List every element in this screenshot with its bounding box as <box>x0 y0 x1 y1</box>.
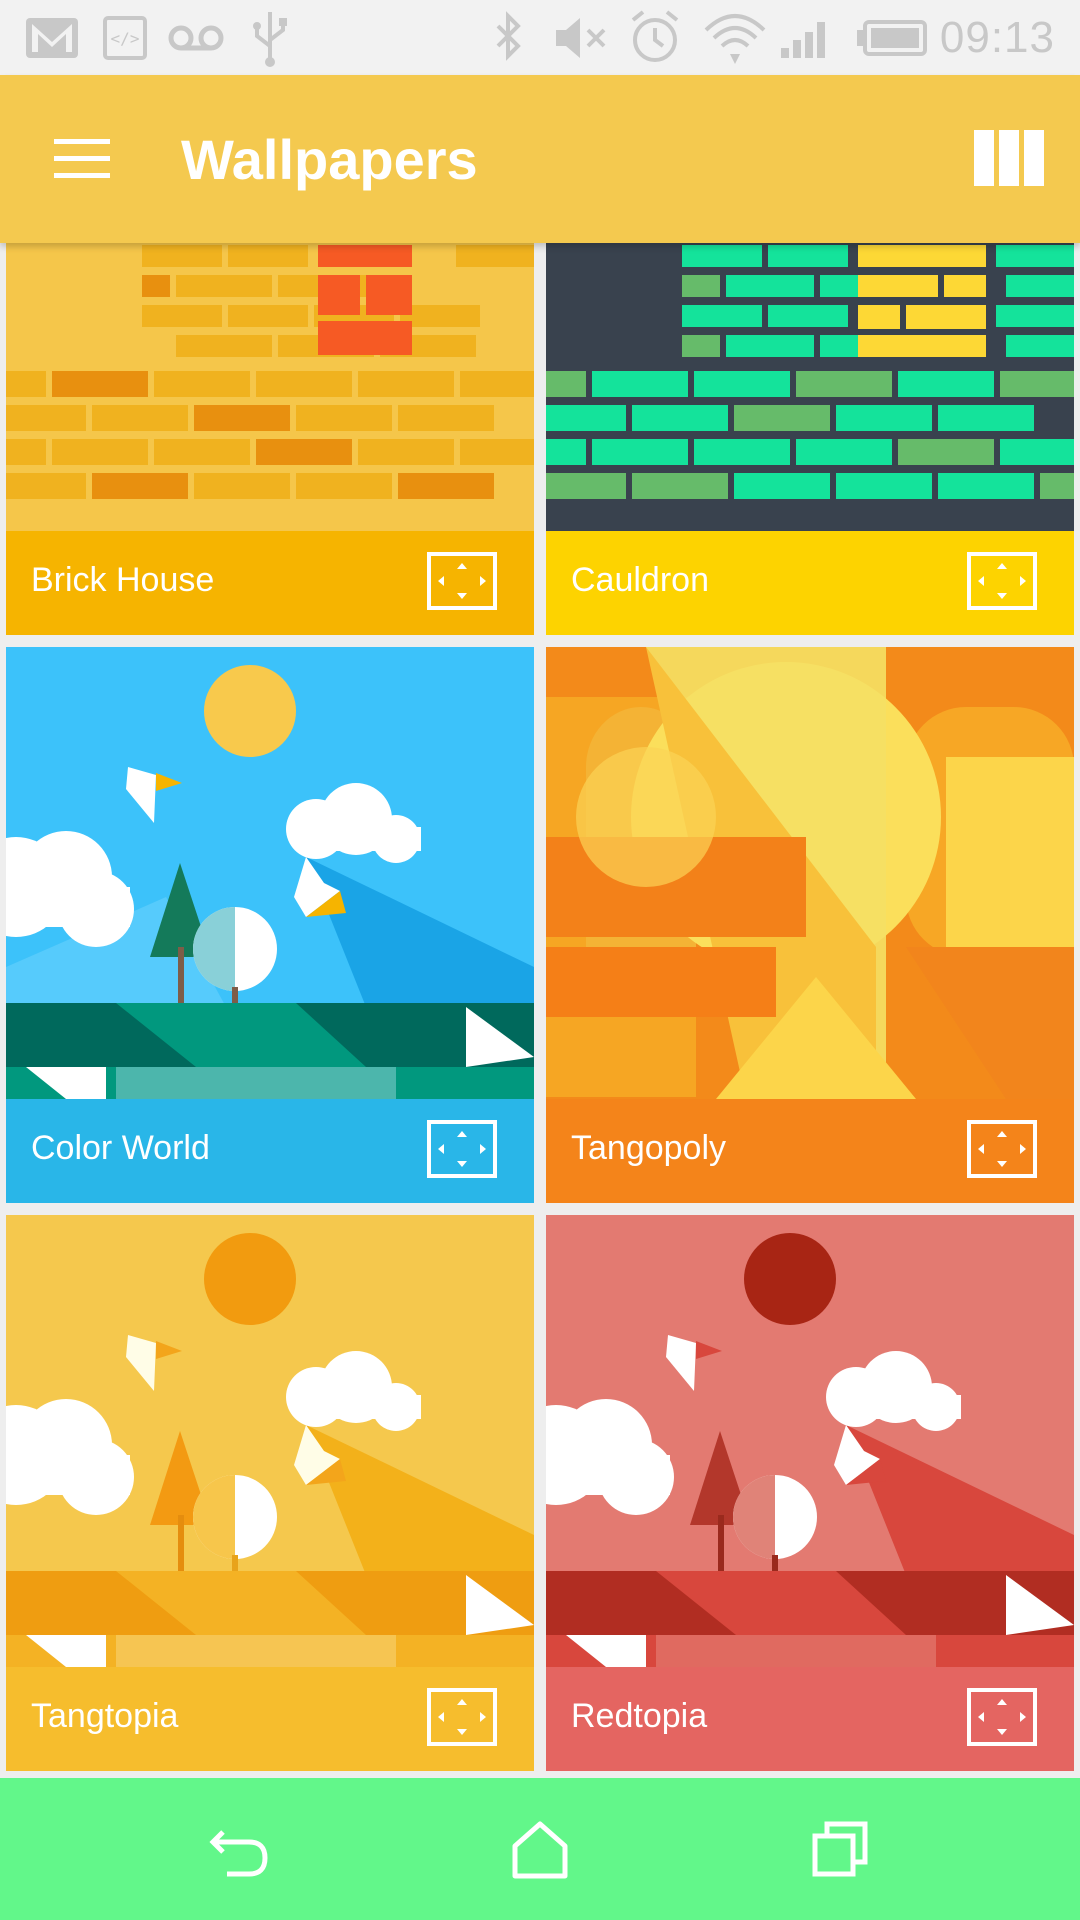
set-wallpaper-icon[interactable] <box>966 551 1038 611</box>
set-wallpaper-icon[interactable] <box>966 1687 1038 1747</box>
bluetooth-icon <box>496 11 521 61</box>
wallpaper-caption: Color World <box>6 1099 534 1203</box>
wallpaper-name: Tangtopia <box>31 1697 179 1735</box>
wallpaper-caption: Tangtopia <box>6 1667 534 1771</box>
wallpaper-card-redtopia[interactable]: Redtopia <box>546 1215 1074 1771</box>
recents-icon[interactable] <box>805 1816 875 1882</box>
alarm-icon <box>631 10 679 62</box>
gmail-icon <box>26 18 78 58</box>
voicemail-icon <box>168 25 224 51</box>
wallpaper-name: Tangopoly <box>571 1129 727 1167</box>
wallpaper-name: Cauldron <box>571 561 709 599</box>
wifi-icon <box>704 14 766 64</box>
wallpaper-card-tangopoly[interactable]: Tangopoly <box>546 647 1074 1203</box>
wallpaper-preview <box>546 647 1074 1099</box>
grid-view-icon[interactable] <box>974 130 1044 186</box>
wallpaper-preview <box>6 647 534 1099</box>
set-wallpaper-icon[interactable] <box>426 551 498 611</box>
wallpaper-card-color-world[interactable]: Color World <box>6 647 534 1203</box>
signal-icon <box>781 22 825 58</box>
wallpaper-card-cauldron[interactable]: Cauldron <box>546 243 1074 635</box>
status-time: 09:13 <box>939 13 1055 62</box>
wallpaper-preview <box>6 243 534 531</box>
wallpaper-caption: Tangopoly <box>546 1099 1074 1203</box>
menu-icon[interactable] <box>52 135 112 183</box>
mute-icon <box>556 18 606 58</box>
home-icon[interactable] <box>505 1816 575 1882</box>
usb-icon <box>253 12 287 67</box>
wallpaper-name: Brick House <box>31 561 215 599</box>
wallpaper-card-tangtopia[interactable]: Tangtopia <box>6 1215 534 1771</box>
navigation-bar <box>0 1778 1080 1920</box>
wallpaper-caption: Brick House <box>6 531 534 635</box>
set-wallpaper-icon[interactable] <box>426 1119 498 1179</box>
page-title: Wallpapers <box>181 128 478 191</box>
wallpaper-name: Redtopia <box>571 1697 708 1735</box>
set-wallpaper-icon[interactable] <box>966 1119 1038 1179</box>
code-icon: </> <box>103 16 147 60</box>
app-bar: Wallpapers <box>0 75 1080 243</box>
wallpaper-preview <box>6 1215 534 1667</box>
wallpaper-preview <box>546 1215 1074 1667</box>
wallpaper-caption: Cauldron <box>546 531 1074 635</box>
set-wallpaper-icon[interactable] <box>426 1687 498 1747</box>
wallpaper-caption: Redtopia <box>546 1667 1074 1771</box>
wallpaper-name: Color World <box>31 1129 210 1167</box>
wallpaper-preview <box>546 243 1074 531</box>
svg-text:</>: </> <box>111 29 140 48</box>
wallpaper-card-brick-house[interactable]: Brick House <box>6 243 534 635</box>
back-icon[interactable] <box>205 1816 275 1882</box>
status-bar: </> 09:13 <box>0 0 1080 75</box>
battery-icon <box>857 20 927 56</box>
